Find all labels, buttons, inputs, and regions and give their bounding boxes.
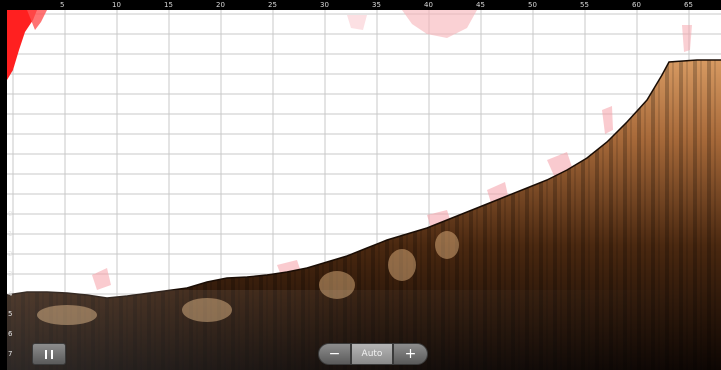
distance-tick-label: 55	[580, 1, 589, 9]
depth-tick-label: 4	[8, 290, 13, 298]
sonar-view[interactable]	[7, 10, 721, 370]
distance-tick-label: 65	[684, 1, 693, 9]
distance-tick-label: 50	[528, 1, 537, 9]
distance-tick-label: 15	[164, 1, 173, 9]
depth-ruler	[0, 10, 7, 370]
distance-tick-label: 5	[60, 1, 65, 9]
depth-tick-label: 3	[8, 270, 13, 278]
zoom-in-button[interactable]: +	[393, 343, 428, 365]
distance-tick-label: 60	[632, 1, 641, 9]
sonar-canvas	[7, 10, 721, 370]
surface-clutter	[7, 10, 692, 80]
sonar-screen: 5 10 15 20 25 30 35 40 45 50 55 60 65 01234567 − Aut…	[0, 0, 721, 370]
depth-tick-label: 5	[8, 310, 13, 318]
depth-tick-label: 2	[8, 250, 13, 258]
zoom-control: − Auto +	[318, 343, 428, 365]
distance-tick-label: 35	[372, 1, 381, 9]
distance-tick-label: 10	[112, 1, 121, 9]
depth-tick-label: 6	[8, 330, 13, 338]
distance-tick-label: 25	[268, 1, 277, 9]
zoom-out-button[interactable]: −	[318, 343, 351, 365]
pause-button[interactable]	[32, 343, 66, 365]
depth-tick-label: 7	[8, 350, 13, 358]
distance-tick-label: 40	[424, 1, 433, 9]
zoom-auto-button[interactable]: Auto	[351, 343, 393, 365]
distance-tick-label: 20	[216, 1, 225, 9]
distance-tick-label: 45	[476, 1, 485, 9]
distance-ruler	[0, 0, 721, 10]
pause-icon	[43, 349, 55, 359]
distance-tick-label: 30	[320, 1, 329, 9]
depth-tick-label: 0	[8, 210, 13, 218]
depth-tick-label: 1	[8, 230, 13, 238]
